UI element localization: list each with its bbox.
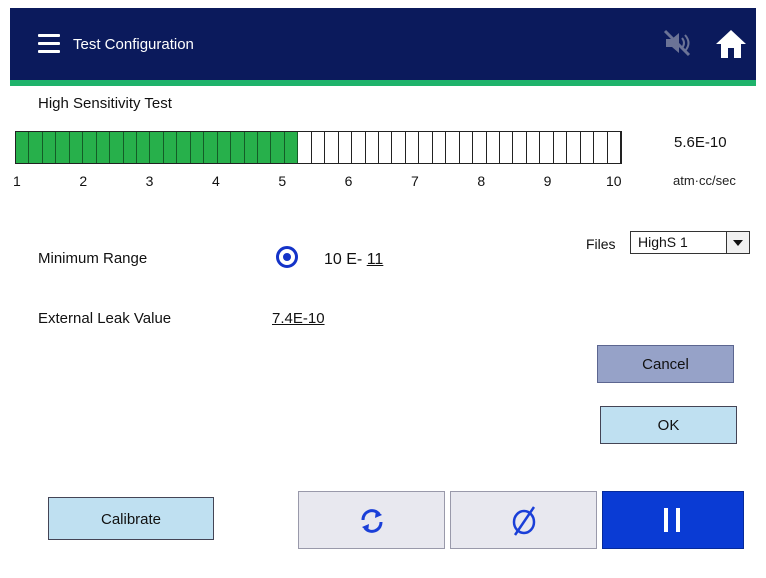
bar-segment-filled <box>96 132 111 163</box>
header-bar: Test Configuration <box>10 8 756 80</box>
calibrate-button-label: Calibrate <box>100 511 162 528</box>
bar-segment-filled <box>56 132 70 163</box>
bar-segment-empty <box>608 132 621 163</box>
bar-segment-empty <box>392 132 406 163</box>
bar-segment-filled <box>150 132 164 163</box>
bar-segment-filled <box>217 132 232 163</box>
bar-segment-filled <box>258 132 272 163</box>
pause-icon <box>664 508 680 532</box>
cancel-button[interactable]: Cancel <box>597 345 734 383</box>
bar-segment-filled <box>244 132 258 163</box>
null-button[interactable] <box>450 491 597 549</box>
refresh-button[interactable] <box>298 491 445 549</box>
external-leak-label: External Leak Value <box>38 310 172 327</box>
scale-tick-label: 6 <box>344 173 353 189</box>
bar-segment-filled <box>177 132 191 163</box>
bar-segment-empty <box>379 132 393 163</box>
bar-segment-empty <box>513 132 527 163</box>
cancel-button-label: Cancel <box>642 356 689 373</box>
minimum-range-label: Minimum Range <box>38 250 148 267</box>
bar-segment-filled <box>42 132 57 163</box>
header-accent-line <box>10 80 756 86</box>
bar-segment-empty <box>473 132 487 163</box>
bar-segment-filled <box>204 132 218 163</box>
bar-segment-empty <box>339 132 353 163</box>
bar-segment-filled <box>123 132 137 163</box>
test-name: High Sensitivity Test <box>38 95 172 112</box>
bar-segment-filled <box>231 132 245 163</box>
bar-segment-empty <box>487 132 500 163</box>
bar-segment-empty <box>298 132 312 163</box>
files-label: Files <box>586 236 616 252</box>
test-configuration-panel: Test Configuration High Sensitivity Test… <box>10 8 756 574</box>
pause-button[interactable] <box>602 491 744 549</box>
bar-segment-filled <box>163 132 178 163</box>
bar-segment-filled <box>137 132 151 163</box>
files-selected-value: HighS 1 <box>638 234 688 250</box>
bar-segment-empty <box>581 132 595 163</box>
radio-selected-dot <box>283 253 291 261</box>
bar-segment-filled <box>110 132 124 163</box>
bar-segment-empty <box>352 132 366 163</box>
minimum-range-radio[interactable] <box>276 246 298 268</box>
scale-tick-label: 2 <box>79 173 88 189</box>
range-exponent-field[interactable]: 11 <box>367 251 384 268</box>
scale-tick-label: 1 <box>13 173 21 189</box>
leak-rate-bargraph <box>15 131 622 164</box>
home-icon[interactable] <box>714 27 748 61</box>
leak-rate-readout: 5.6E-10 <box>674 134 727 151</box>
bar-segment-empty <box>567 132 581 163</box>
refresh-icon <box>361 509 383 533</box>
bar-segment-empty <box>419 132 433 163</box>
bar-segment-filled <box>83 132 97 163</box>
bar-segment-empty <box>460 132 474 163</box>
hamburger-menu-icon[interactable] <box>38 34 60 54</box>
external-leak-value-field[interactable]: 7.4E-10 <box>272 310 325 327</box>
bar-segment-empty <box>312 132 326 163</box>
scale-tick-label: 10 <box>606 173 622 189</box>
scale-tick-label: 9 <box>543 173 552 189</box>
bar-segment-empty <box>366 132 379 163</box>
bar-segment-empty <box>554 132 568 163</box>
screen-frame: Test Configuration High Sensitivity Test… <box>0 0 766 578</box>
scale-tick-label: 3 <box>145 173 154 189</box>
bar-segment-empty <box>325 132 339 163</box>
null-symbol-icon <box>512 506 536 536</box>
bar-segment-empty <box>500 132 514 163</box>
files-dropdown[interactable]: HighS 1 <box>630 231 750 254</box>
bar-segment-empty <box>540 132 554 163</box>
calibrate-button[interactable]: Calibrate <box>48 497 214 540</box>
scale-tick-label: 5 <box>278 173 287 189</box>
scale-tick-label: 8 <box>477 173 486 189</box>
bar-segment-empty <box>594 132 608 163</box>
bar-segment-filled <box>190 132 205 163</box>
speaker-muted-icon[interactable] <box>662 28 692 58</box>
dropdown-arrow-icon[interactable] <box>726 232 749 253</box>
bar-segment-empty <box>446 132 460 163</box>
bar-segment-filled <box>284 132 299 163</box>
bar-segment-filled <box>29 132 43 163</box>
scale-tick-label: 7 <box>411 173 419 189</box>
page-title: Test Configuration <box>73 36 194 53</box>
bar-segment-empty <box>433 132 447 163</box>
bar-segment-filled <box>271 132 285 163</box>
bar-segment-filled <box>16 132 30 163</box>
bar-segment-empty <box>406 132 420 163</box>
scale-tick-label: 4 <box>212 173 220 189</box>
minimum-range-value: 10 E- 11 <box>324 251 383 269</box>
bar-segment-empty <box>527 132 541 163</box>
bar-segment-filled <box>69 132 84 163</box>
range-prefix: 10 E- <box>324 251 363 268</box>
ok-button-label: OK <box>657 417 680 434</box>
ok-button[interactable]: OK <box>600 406 737 444</box>
leak-rate-unit: atm·cc/sec <box>673 173 736 188</box>
